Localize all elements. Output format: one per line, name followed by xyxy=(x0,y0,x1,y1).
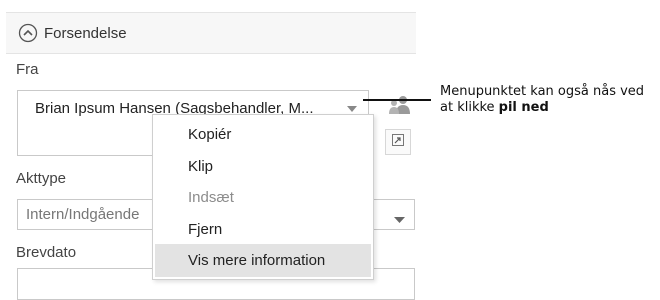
chevron-up-circle-icon[interactable] xyxy=(18,23,38,43)
context-menu: Kopiér Klip Indsæt Fjern Vis mere inform… xyxy=(152,114,374,280)
menu-item-kopier[interactable]: Kopiér xyxy=(155,118,371,151)
fra-label: Fra xyxy=(16,61,39,78)
callout-text: Menupunktet kan også nås ved at klikke p… xyxy=(440,84,658,116)
section-header[interactable]: Forsendelse xyxy=(6,12,416,54)
callout-text-bold: pil ned xyxy=(498,100,549,115)
caret-down-icon[interactable] xyxy=(394,211,405,229)
akttype-label: Akttype xyxy=(16,170,67,187)
menu-item-klip[interactable]: Klip xyxy=(155,150,371,183)
shipment-panel: Forsendelse Fra Brian Ipsum Hansen (Sags… xyxy=(0,0,416,300)
akttype-value: Intern/Indgående xyxy=(26,206,140,223)
menu-item-fjern[interactable]: Fjern xyxy=(155,213,371,246)
menu-item-indsaet: Indsæt xyxy=(188,189,234,206)
expand-button[interactable] xyxy=(385,129,411,155)
section-title: Forsendelse xyxy=(44,24,127,42)
brevdato-label: Brevdato xyxy=(16,244,77,261)
expand-icon xyxy=(392,133,404,151)
menu-item-vis-mere-information[interactable]: Vis mere information xyxy=(155,244,371,277)
callout-line xyxy=(363,99,431,101)
